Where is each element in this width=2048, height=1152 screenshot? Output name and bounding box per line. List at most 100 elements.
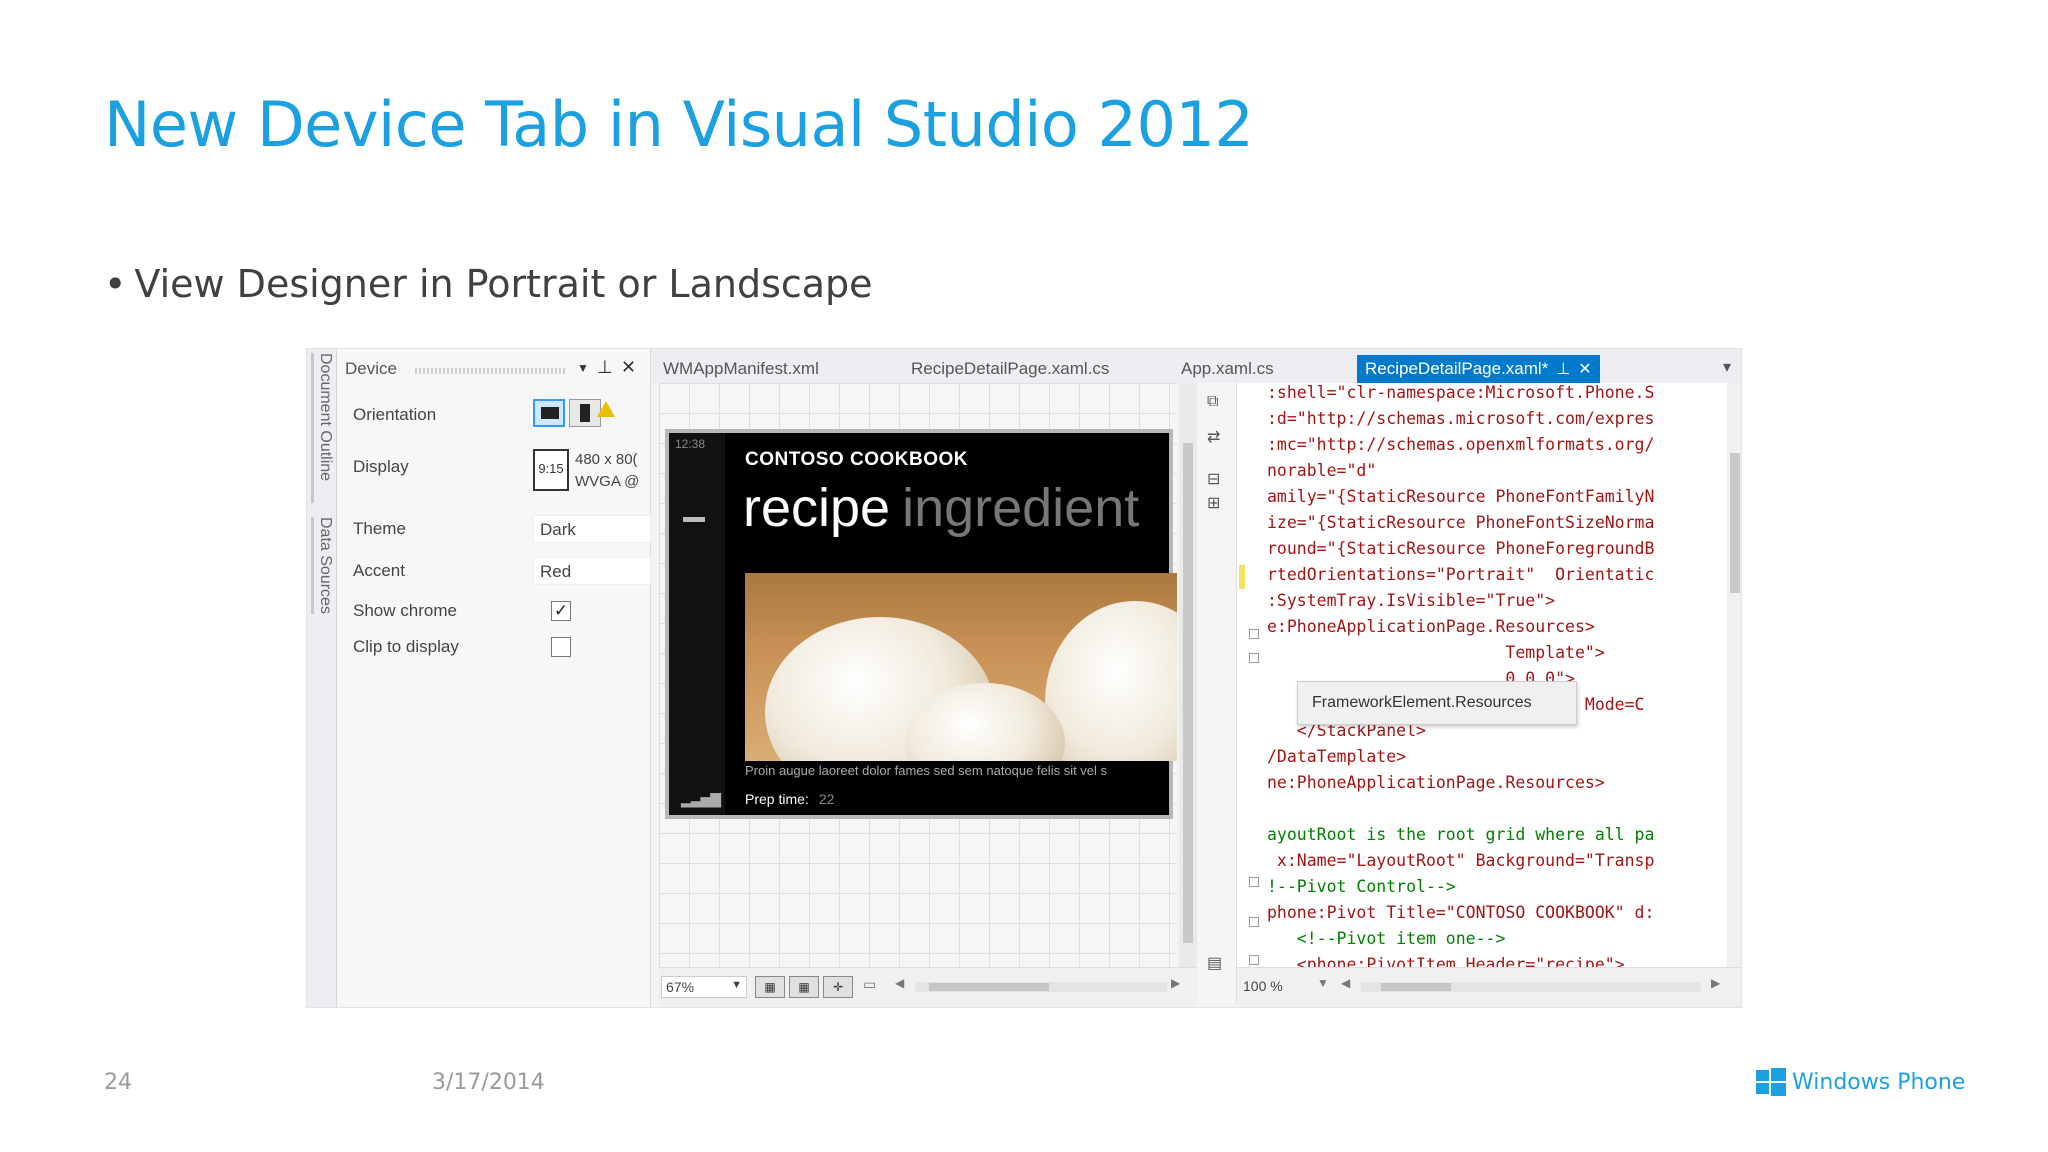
bullet-dot: • [104, 262, 127, 306]
pivot-headers: recipe ingredient [743, 477, 1169, 539]
editor-hscrollbar[interactable] [1361, 982, 1701, 992]
code-line: ne:PhoneApplicationPage.Resources> [1267, 773, 1605, 792]
landscape-button[interactable] [533, 399, 565, 427]
bullet-text: View Designer in Portrait or Landscape [134, 262, 873, 306]
panel-grip[interactable] [415, 368, 565, 374]
grid-toggle-button[interactable]: ▦ [755, 976, 785, 998]
tab-overflow-icon[interactable]: ▾ [1723, 357, 1731, 377]
recipe-caption: Proin augue laoreet dolor fames sed sem … [745, 763, 1108, 778]
side-tabs: Document Outline Data Sources [307, 349, 337, 1007]
scroll-right-icon[interactable]: ▶ [1711, 976, 1720, 990]
fold-toggle[interactable] [1249, 653, 1259, 663]
scroll-right-icon[interactable]: ▶ [1171, 976, 1180, 990]
designer-vscrollbar[interactable] [1179, 383, 1197, 967]
display-value[interactable]: 480 x 80( WVGA @ [575, 449, 639, 493]
accent-select[interactable]: Red [533, 557, 651, 585]
code-line: :d="http://schemas.microsoft.com/expres [1267, 409, 1655, 428]
code-line: amily="{StaticResource PhoneFontFamilyN [1267, 487, 1655, 506]
horizontal-split-icon[interactable]: ⊞ [1207, 493, 1220, 513]
display-sub: WVGA @ [575, 473, 640, 490]
snap-lines-button[interactable]: ✛ [823, 976, 853, 998]
chevron-down-icon[interactable]: ▼ [1317, 976, 1329, 990]
pin-icon[interactable]: ⊥ [597, 357, 613, 378]
display-resolution: 480 x 80( [575, 451, 638, 468]
phone-preview: 12:38 ▂▃▅▇ CONTOSO COOKBOOK recipe ingred… [665, 429, 1177, 819]
tab-label: RecipeDetailPage.xaml* [1365, 359, 1549, 378]
xaml-editor[interactable]: :shell="clr-namespace:Microsoft.Phone.S … [1237, 383, 1727, 967]
vs-screenshot: Document Outline Data Sources Device ▼ ⊥… [306, 348, 1742, 1008]
chevron-down-icon[interactable]: ▼ [577, 361, 589, 375]
code-line: ayoutRoot is the root grid where all pa [1267, 825, 1655, 844]
display-icon: 9:15 [533, 449, 569, 491]
close-icon[interactable]: ✕ [621, 357, 636, 378]
editor-zoom[interactable]: 100 % [1243, 978, 1283, 994]
prep-value: 22 [818, 791, 835, 807]
minus-icon [683, 517, 705, 522]
phone-clock: 12:38 [675, 437, 706, 451]
slide-date: 3/17/2014 [432, 1070, 545, 1095]
scroll-left-icon[interactable]: ◀ [895, 976, 904, 990]
warning-icon [597, 401, 615, 417]
prep-time: Prep time: 22 [745, 791, 834, 807]
split-toolbar: ⧉ ⇄ ⊟ ⊞ ▤ [1197, 383, 1237, 1003]
device-panel: Device ▼ ⊥ ✕ Orientation Display 9:15 48… [337, 349, 651, 1007]
code-line: x:Name="LayoutRoot" Background="Transp [1267, 851, 1655, 870]
vertical-split-icon[interactable]: ⊟ [1207, 469, 1220, 489]
chevron-down-icon: ▼ [731, 979, 742, 991]
clip-display-label: Clip to display [353, 637, 459, 656]
side-tab-document-outline[interactable]: Document Outline [311, 353, 334, 503]
display-label: Display [353, 457, 409, 476]
device-panel-title: Device [345, 359, 397, 378]
code-line: round="{StaticResource PhoneForegroundB [1267, 539, 1655, 558]
zoom-value: 67% [666, 979, 695, 995]
close-icon[interactable]: ✕ [1578, 361, 1591, 378]
design-surface[interactable]: 12:38 ▂▃▅▇ CONTOSO COOKBOOK recipe ingred… [659, 383, 1177, 967]
swap-panes-icon[interactable]: ⇄ [1207, 427, 1220, 447]
page-number: 24 [104, 1070, 132, 1095]
slide-title: New Device Tab in Visual Studio 2012 [104, 88, 1254, 161]
fold-toggle[interactable] [1249, 877, 1259, 887]
code-line: phone:Pivot Title="CONTOSO COOKBOOK" d: [1267, 903, 1655, 922]
show-chrome-checkbox[interactable]: ✓ [551, 601, 571, 621]
document-tabs: WMAppManifest.xml RecipeDetailPage.xaml.… [651, 349, 1741, 383]
theme-label: Theme [353, 519, 406, 538]
fold-toggle[interactable] [1249, 955, 1259, 965]
scroll-left-icon[interactable]: ◀ [1341, 976, 1350, 990]
phone-system-tray: 12:38 ▂▃▅▇ [669, 433, 725, 815]
fold-toggle[interactable] [1249, 629, 1259, 639]
code-line: :mc="http://schemas.openxmlformats.org/ [1267, 435, 1655, 454]
side-tab-data-sources[interactable]: Data Sources [311, 517, 334, 614]
designer-hscrollbar[interactable] [915, 982, 1167, 992]
designer-zoom-select[interactable]: 67% ▼ [661, 976, 747, 998]
scroll-thumb[interactable] [1730, 453, 1740, 593]
pin-icon[interactable]: ⊥ [1556, 361, 1570, 378]
annotation-icon[interactable]: ▭ [863, 976, 876, 993]
tab-recipedetailpage-xaml[interactable]: RecipeDetailPage.xaml* ⊥ ✕ [1357, 355, 1600, 383]
designer-status-bar: 67% ▼ ▦ ▦ ✛ ▭ ◀ ▶ [659, 967, 1197, 1007]
windows-logo-icon [1756, 1068, 1786, 1096]
signal-icon: ▂▃▅▇ [681, 791, 721, 807]
theme-select[interactable]: Dark [533, 515, 651, 543]
tab-app-xaml-cs[interactable]: App.xaml.cs [1173, 355, 1282, 383]
scroll-thumb[interactable] [929, 983, 1049, 991]
fold-toggle[interactable] [1249, 917, 1259, 927]
intellisense-tooltip: FrameworkElement.Resources [1297, 681, 1577, 725]
collapse-pane-icon[interactable]: ▤ [1207, 953, 1222, 973]
code-line: norable="d" [1267, 461, 1377, 480]
brand-name: Windows Phone [1792, 1070, 1966, 1095]
editor-vscrollbar[interactable] [1727, 383, 1741, 967]
orientation-label: Orientation [353, 405, 437, 424]
snap-grid-button[interactable]: ▦ [789, 976, 819, 998]
prep-label: Prep time: [745, 791, 809, 807]
tab-wmappmanifest[interactable]: WMAppManifest.xml [655, 355, 827, 383]
scroll-thumb[interactable] [1183, 443, 1193, 943]
show-chrome-label: Show chrome [353, 601, 457, 620]
tab-recipedetailpage-cs[interactable]: RecipeDetailPage.xaml.cs [903, 355, 1117, 383]
pivot-header-next: ingredient [902, 478, 1140, 538]
code-line: ize="{StaticResource PhoneFontSizeNorma [1267, 513, 1655, 532]
code-line: :shell="clr-namespace:Microsoft.Phone.S [1267, 383, 1655, 402]
swap-icon[interactable]: ⧉ [1207, 393, 1218, 411]
code-line: !--Pivot Control--> [1267, 877, 1456, 896]
scroll-thumb[interactable] [1381, 983, 1451, 991]
clip-display-checkbox[interactable] [551, 637, 571, 657]
